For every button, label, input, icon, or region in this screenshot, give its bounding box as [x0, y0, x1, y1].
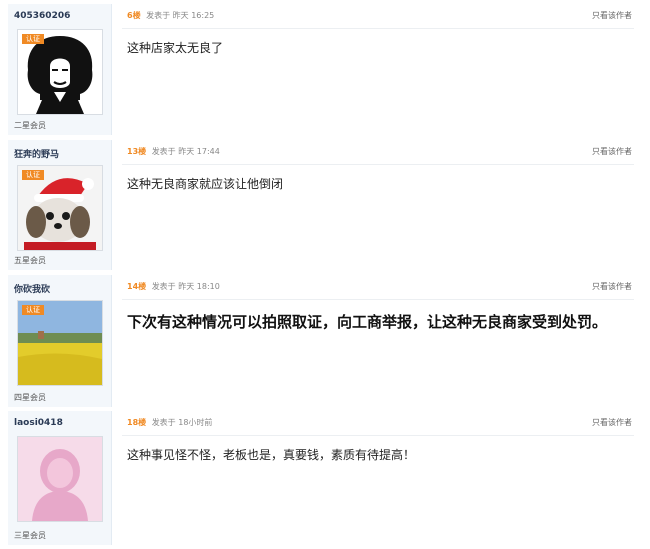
member-rank: 三星会员 — [14, 531, 46, 540]
post-body: 下次有这种情况可以拍照取证，向工商举报，让这种无良商家受到处罚。 — [127, 313, 608, 331]
floor-number[interactable]: 14楼 — [127, 282, 146, 291]
user-avatar[interactable]: 认证 — [17, 300, 103, 386]
post-item: 405360206 认证 二星会员 6楼 发表于 昨天 16:25 只看该作者 … — [8, 4, 638, 135]
post-meta: 18楼 发表于 18小时前 只看该作者 — [122, 417, 634, 436]
floor-number[interactable]: 6楼 — [127, 11, 141, 20]
post-meta: 13楼 发表于 昨天 17:44 只看该作者 — [122, 146, 634, 165]
user-avatar[interactable] — [17, 436, 103, 522]
only-author-link[interactable]: 只看该作者 — [592, 146, 632, 157]
post-meta: 6楼 发表于 昨天 16:25 只看该作者 — [122, 10, 634, 29]
only-author-link[interactable]: 只看该作者 — [592, 281, 632, 292]
only-author-link[interactable]: 只看该作者 — [592, 417, 632, 428]
username-link[interactable]: laosi0418 — [14, 418, 63, 428]
user-avatar[interactable]: 认证 — [17, 29, 103, 115]
user-sidebar: 狂奔的野马 认证 五星会员 — [8, 140, 112, 270]
post-item: 你砍我砍 认证 四星会员 14楼 发表于 昨天 18:10 只看该作者 下次有这… — [8, 275, 638, 407]
post-content: 13楼 发表于 昨天 17:44 只看该作者 这种无良商家就应该让他倒闭 — [112, 140, 638, 270]
verified-badge: 认证 — [22, 34, 44, 44]
default-female-avatar-image — [18, 437, 102, 521]
thread-post-list: 405360206 认证 二星会员 6楼 发表于 昨天 16:25 只看该作者 … — [0, 0, 650, 549]
floor-number[interactable]: 18楼 — [127, 418, 146, 427]
username-link[interactable]: 狂奔的野马 — [14, 147, 59, 160]
post-time: 发表于 昨天 16:25 — [146, 11, 215, 20]
post-content: 6楼 发表于 昨天 16:25 只看该作者 这种店家太无良了 — [112, 4, 638, 135]
post-meta: 14楼 发表于 昨天 18:10 只看该作者 — [122, 281, 634, 300]
verified-badge: 认证 — [22, 170, 44, 180]
post-body: 这种无良商家就应该让他倒闭 — [127, 177, 284, 191]
post-time: 发表于 昨天 18:10 — [151, 282, 220, 291]
post-item: 狂奔的野马 认证 五星会员 13楼 发表于 昨天 17:44 只看该作者 这种无… — [8, 140, 638, 270]
post-body: 这种事见怪不怪，老板也是，真要钱，素质有待提高！ — [127, 448, 416, 462]
user-avatar[interactable]: 认证 — [17, 165, 103, 251]
member-rank: 二星会员 — [14, 121, 46, 130]
only-author-link[interactable]: 只看该作者 — [592, 10, 632, 21]
verified-badge: 认证 — [22, 305, 44, 315]
username-link[interactable]: 405360206 — [14, 11, 70, 21]
post-item: laosi0418 三星会员 18楼 发表于 18小时前 只看该作者 这种事见怪… — [8, 411, 638, 545]
user-sidebar: laosi0418 三星会员 — [8, 411, 112, 545]
member-rank: 五星会员 — [14, 256, 46, 265]
user-sidebar: 405360206 认证 二星会员 — [8, 4, 112, 135]
post-time: 发表于 昨天 17:44 — [151, 147, 220, 156]
post-content: 14楼 发表于 昨天 18:10 只看该作者 下次有这种情况可以拍照取证，向工商… — [112, 275, 638, 407]
user-sidebar: 你砍我砍 认证 四星会员 — [8, 275, 112, 407]
post-time: 发表于 18小时前 — [151, 418, 213, 427]
post-body: 这种店家太无良了 — [127, 41, 224, 55]
floor-number[interactable]: 13楼 — [127, 147, 146, 156]
username-link[interactable]: 你砍我砍 — [14, 282, 50, 295]
post-content: 18楼 发表于 18小时前 只看该作者 这种事见怪不怪，老板也是，真要钱，素质有… — [112, 411, 638, 545]
member-rank: 四星会员 — [14, 393, 46, 402]
